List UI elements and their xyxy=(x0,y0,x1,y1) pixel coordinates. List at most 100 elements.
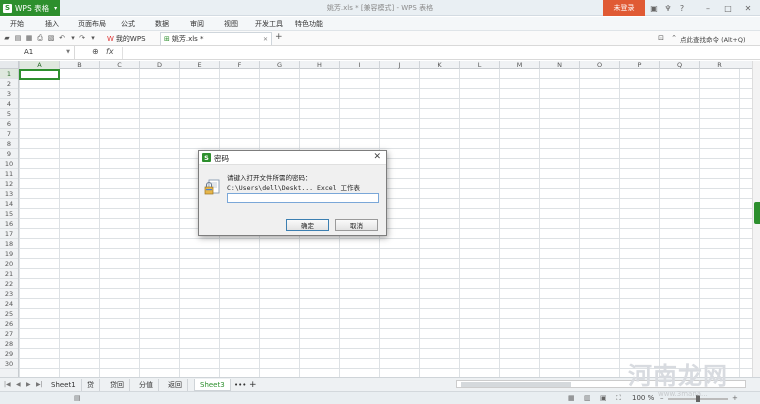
column-header-b[interactable]: B xyxy=(59,61,99,69)
print-icon[interactable]: ⎙ xyxy=(35,33,45,43)
scroll-thumb[interactable] xyxy=(461,382,571,387)
row-header-4[interactable]: 4 xyxy=(0,99,18,109)
next-sheet-icon[interactable]: ▶ xyxy=(26,381,31,388)
lock-icon[interactable]: ⊡ xyxy=(656,33,666,43)
close-tab-icon[interactable]: ✕ xyxy=(263,36,268,43)
menu-view[interactable]: 视图 xyxy=(224,19,238,29)
row-header-27[interactable]: 27 xyxy=(0,329,18,339)
row-header-21[interactable]: 21 xyxy=(0,269,18,279)
sheet-tab-daihui[interactable]: 贷回 xyxy=(105,379,130,391)
row-header-18[interactable]: 18 xyxy=(0,239,18,249)
normal-view-icon[interactable]: ▦ xyxy=(568,394,575,402)
add-sheet-button[interactable]: + xyxy=(244,379,262,391)
export-pdf-icon[interactable]: ▦ xyxy=(24,33,34,43)
row-header-16[interactable]: 16 xyxy=(0,219,18,229)
menu-formula[interactable]: 公式 xyxy=(121,19,135,29)
last-sheet-icon[interactable]: ▶| xyxy=(36,381,43,388)
sheet-tab-dai[interactable]: 贷 xyxy=(82,379,100,391)
row-header-6[interactable]: 6 xyxy=(0,119,18,129)
help-icon[interactable]: ? xyxy=(676,2,688,14)
tab-my-wps[interactable]: W 我的WPS xyxy=(104,32,160,45)
skin-icon[interactable]: ▣ xyxy=(648,2,660,14)
row-header-20[interactable]: 20 xyxy=(0,259,18,269)
active-cell-selection[interactable] xyxy=(19,69,60,80)
formula-input[interactable] xyxy=(122,47,758,59)
sheet-tab-fanhui[interactable]: 返回 xyxy=(163,379,188,391)
column-header-j[interactable]: J xyxy=(379,61,419,69)
zoom-lens-icon[interactable]: ⊕ xyxy=(92,47,99,56)
column-header-i[interactable]: I xyxy=(339,61,379,69)
row-header-14[interactable]: 14 xyxy=(0,199,18,209)
column-header-g[interactable]: G xyxy=(259,61,299,69)
row-header-9[interactable]: 9 xyxy=(0,149,18,159)
column-header-m[interactable]: M xyxy=(499,61,539,69)
row-header-19[interactable]: 19 xyxy=(0,249,18,259)
row-header-13[interactable]: 13 xyxy=(0,189,18,199)
shirt-icon[interactable]: ♆ xyxy=(662,2,674,14)
row-header-11[interactable]: 11 xyxy=(0,169,18,179)
column-header-k[interactable]: K xyxy=(419,61,459,69)
column-header-o[interactable]: O xyxy=(579,61,619,69)
row-header-17[interactable]: 17 xyxy=(0,229,18,239)
row-header-26[interactable]: 26 xyxy=(0,319,18,329)
menu-page-layout[interactable]: 页面布局 xyxy=(78,19,106,29)
menu-developer[interactable]: 开发工具 xyxy=(255,19,283,29)
row-header-1[interactable]: 1 xyxy=(0,69,18,79)
redo-icon[interactable]: ↷ xyxy=(77,33,87,43)
row-header-28[interactable]: 28 xyxy=(0,339,18,349)
maximize-icon[interactable]: □ xyxy=(722,2,734,14)
new-tab-icon[interactable]: + xyxy=(275,32,283,42)
row-header-12[interactable]: 12 xyxy=(0,179,18,189)
row-header-23[interactable]: 23 xyxy=(0,289,18,299)
column-header-n[interactable]: N xyxy=(539,61,579,69)
column-header-f[interactable]: F xyxy=(219,61,259,69)
tab-active-document[interactable]: ⊞ 姚芳.xls * ✕ xyxy=(160,32,272,45)
login-button[interactable]: 未登录 xyxy=(603,0,645,16)
menu-review[interactable]: 审阅 xyxy=(190,19,204,29)
menu-home[interactable]: 开始 xyxy=(10,19,24,29)
name-box[interactable]: A1 ▼ xyxy=(0,46,75,60)
command-search-hint[interactable]: 点此查找命令 (Alt+Q) xyxy=(680,34,746,44)
row-header-25[interactable]: 25 xyxy=(0,309,18,319)
menu-data[interactable]: 数据 xyxy=(155,19,169,29)
row-header-30[interactable]: 30 xyxy=(0,359,18,369)
row-header-22[interactable]: 22 xyxy=(0,279,18,289)
row-header-8[interactable]: 8 xyxy=(0,139,18,149)
column-header-h[interactable]: H xyxy=(299,61,339,69)
column-header-e[interactable]: E xyxy=(179,61,219,69)
select-all-corner[interactable] xyxy=(0,61,19,69)
column-header-p[interactable]: P xyxy=(619,61,659,69)
column-header-a[interactable]: A xyxy=(19,61,59,69)
arrow-up-icon[interactable]: ⌃ xyxy=(669,33,679,43)
row-header-5[interactable]: 5 xyxy=(0,109,18,119)
save-icon[interactable]: ▤ xyxy=(13,33,23,43)
row-header-7[interactable]: 7 xyxy=(0,129,18,139)
column-header-q[interactable]: Q xyxy=(659,61,699,69)
ok-button[interactable]: 确定 xyxy=(286,219,329,231)
cancel-button[interactable]: 取消 xyxy=(335,219,378,231)
sheet-tab-fenzhi[interactable]: 分值 xyxy=(134,379,159,391)
function-button[interactable]: fx xyxy=(106,47,114,56)
sheet-tab-sheet1[interactable]: Sheet1 xyxy=(46,379,82,391)
side-panel-toggle[interactable] xyxy=(754,202,760,224)
row-header-3[interactable]: 3 xyxy=(0,89,18,99)
redo-dropdown-icon[interactable]: ▾ xyxy=(88,33,98,43)
column-header-c[interactable]: C xyxy=(99,61,139,69)
sheet-tab-sheet3[interactable]: Sheet3 xyxy=(194,379,231,391)
row-header-24[interactable]: 24 xyxy=(0,299,18,309)
column-header-d[interactable]: D xyxy=(139,61,179,69)
menu-features[interactable]: 特色功能 xyxy=(295,19,323,29)
column-header-r[interactable]: R xyxy=(699,61,739,69)
row-header-10[interactable]: 10 xyxy=(0,159,18,169)
row-header-29[interactable]: 29 xyxy=(0,349,18,359)
undo-icon[interactable]: ↶ xyxy=(57,33,67,43)
minimize-icon[interactable]: – xyxy=(702,2,714,14)
menu-insert[interactable]: 插入 xyxy=(45,19,59,29)
prev-sheet-icon[interactable]: ◀ xyxy=(16,381,21,388)
column-header-l[interactable]: L xyxy=(459,61,499,69)
dialog-close-icon[interactable]: ✕ xyxy=(373,152,381,162)
password-input[interactable] xyxy=(227,193,379,203)
calculator-icon[interactable]: ▤ xyxy=(74,394,81,402)
row-header-15[interactable]: 15 xyxy=(0,209,18,219)
row-header-2[interactable]: 2 xyxy=(0,79,18,89)
